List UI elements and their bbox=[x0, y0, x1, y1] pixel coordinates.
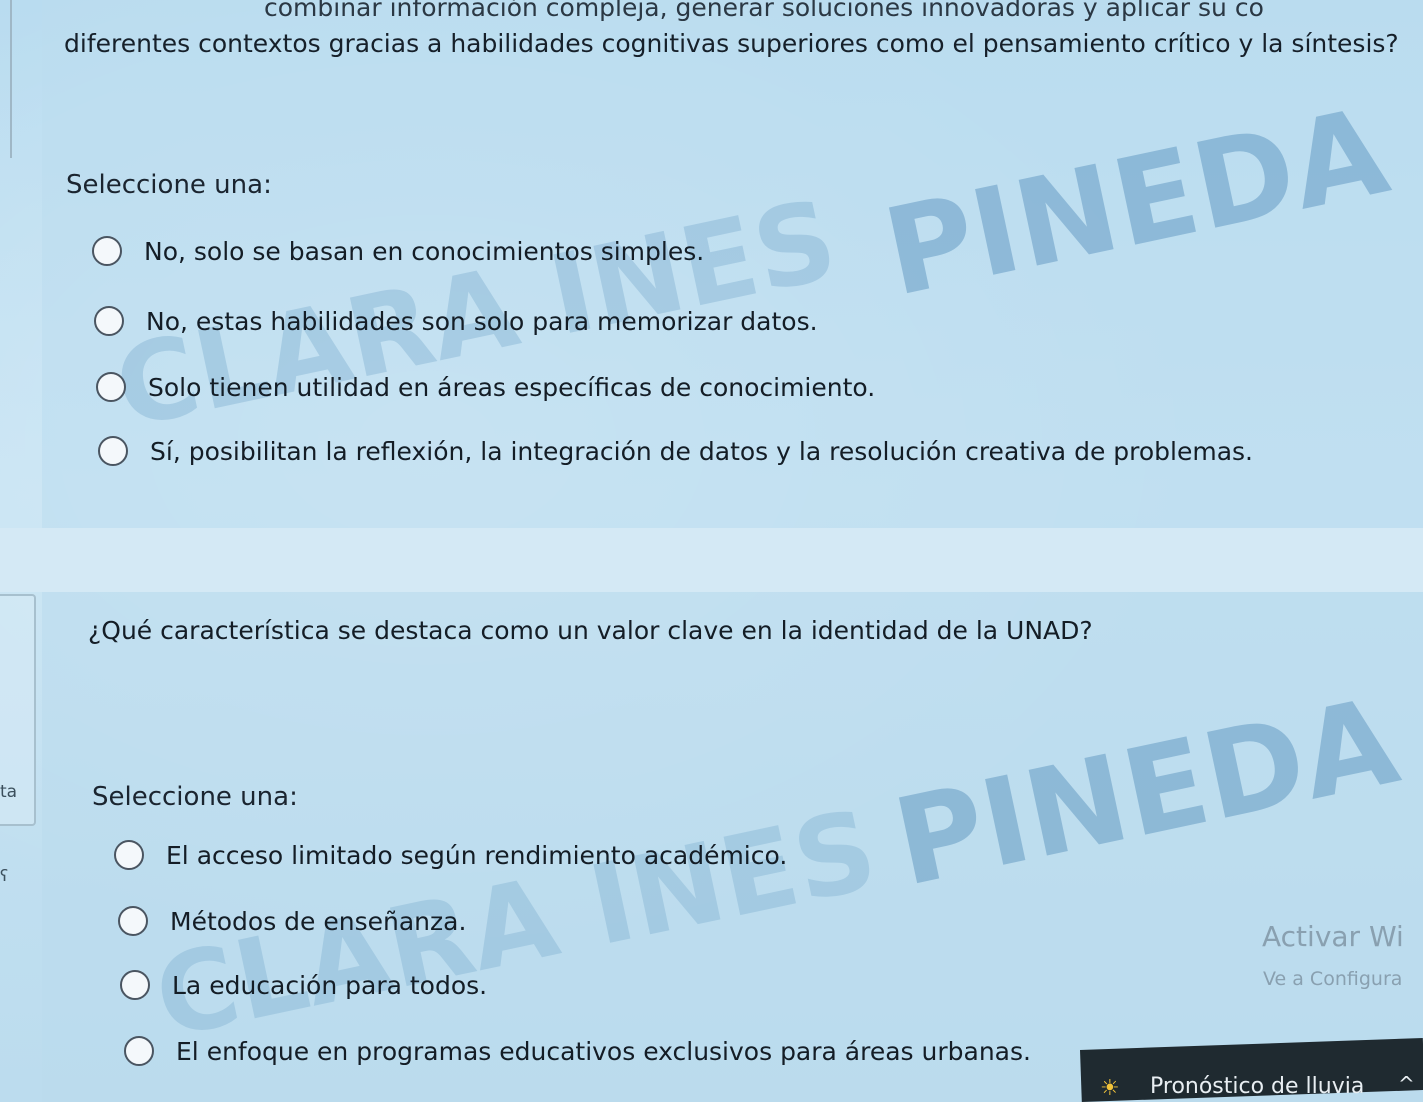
question-nav-tab-label: ta bbox=[0, 782, 18, 802]
answer-option-label: El acceso limitado según rendimiento aca… bbox=[166, 840, 788, 870]
answer-option-label: Sí, posibilitan la reflexión, la integra… bbox=[150, 436, 1254, 466]
answer-option-label: No, estas habilidades son solo para memo… bbox=[146, 306, 818, 336]
answer-option-label: No, solo se basan en conocimientos simpl… bbox=[144, 236, 705, 266]
answer-option-label: La educación para todos. bbox=[172, 970, 488, 1000]
select-one-label: Seleccione una: bbox=[66, 170, 272, 200]
quiz-page: ta ʕ PINEDA BR CLARA INES PINEDA BR CLAR… bbox=[0, 0, 1423, 1102]
answer-option[interactable]: El acceso limitado según rendimiento aca… bbox=[114, 840, 787, 870]
answer-option[interactable]: La educación para todos. bbox=[120, 970, 487, 1000]
weather-widget-text[interactable]: Pronóstico de lluvia bbox=[1150, 1074, 1364, 1099]
sun-rain-icon[interactable]: ☀ bbox=[1100, 1076, 1120, 1101]
radio-button[interactable] bbox=[96, 372, 126, 402]
radio-button[interactable] bbox=[120, 970, 150, 1000]
radio-button[interactable] bbox=[94, 306, 124, 336]
radio-button[interactable] bbox=[114, 840, 144, 870]
answer-option[interactable]: No, estas habilidades son solo para memo… bbox=[94, 306, 818, 336]
answer-option[interactable]: Sí, posibilitan la reflexión, la integra… bbox=[98, 436, 1253, 466]
chevron-up-icon[interactable]: ^ bbox=[1398, 1072, 1415, 1096]
answer-option[interactable]: El enfoque en programas educativos exclu… bbox=[124, 1036, 1031, 1066]
question-text: ¿Qué característica se destaca como un v… bbox=[88, 616, 1093, 645]
previous-question-line2: diferentes contextos gracias a habilidad… bbox=[64, 29, 1399, 58]
windows-activation-subtitle[interactable]: Ve a Configura bbox=[1263, 968, 1402, 990]
flag-icon[interactable]: ʕ bbox=[0, 866, 8, 885]
radio-button[interactable] bbox=[124, 1036, 154, 1066]
answer-option-label: Métodos de enseñanza. bbox=[170, 906, 467, 936]
select-one-label: Seleccione una: bbox=[92, 782, 298, 812]
windows-activation-title: Activar Wi bbox=[1262, 920, 1404, 953]
previous-question-text: combinar información compleja, generar s… bbox=[64, 0, 1423, 62]
answer-option-label: El enfoque en programas educativos exclu… bbox=[176, 1036, 1031, 1066]
previous-question-line1: combinar información compleja, generar s… bbox=[264, 0, 1264, 22]
answer-option[interactable]: Solo tienen utilidad en áreas específica… bbox=[96, 372, 875, 402]
left-rail bbox=[0, 0, 12, 158]
answer-option[interactable]: Métodos de enseñanza. bbox=[118, 906, 466, 936]
radio-button[interactable] bbox=[92, 236, 122, 266]
question-divider bbox=[0, 528, 1423, 592]
radio-button[interactable] bbox=[118, 906, 148, 936]
answer-option-label: Solo tienen utilidad en áreas específica… bbox=[148, 372, 876, 402]
answer-option[interactable]: No, solo se basan en conocimientos simpl… bbox=[92, 236, 704, 266]
radio-button[interactable] bbox=[98, 436, 128, 466]
